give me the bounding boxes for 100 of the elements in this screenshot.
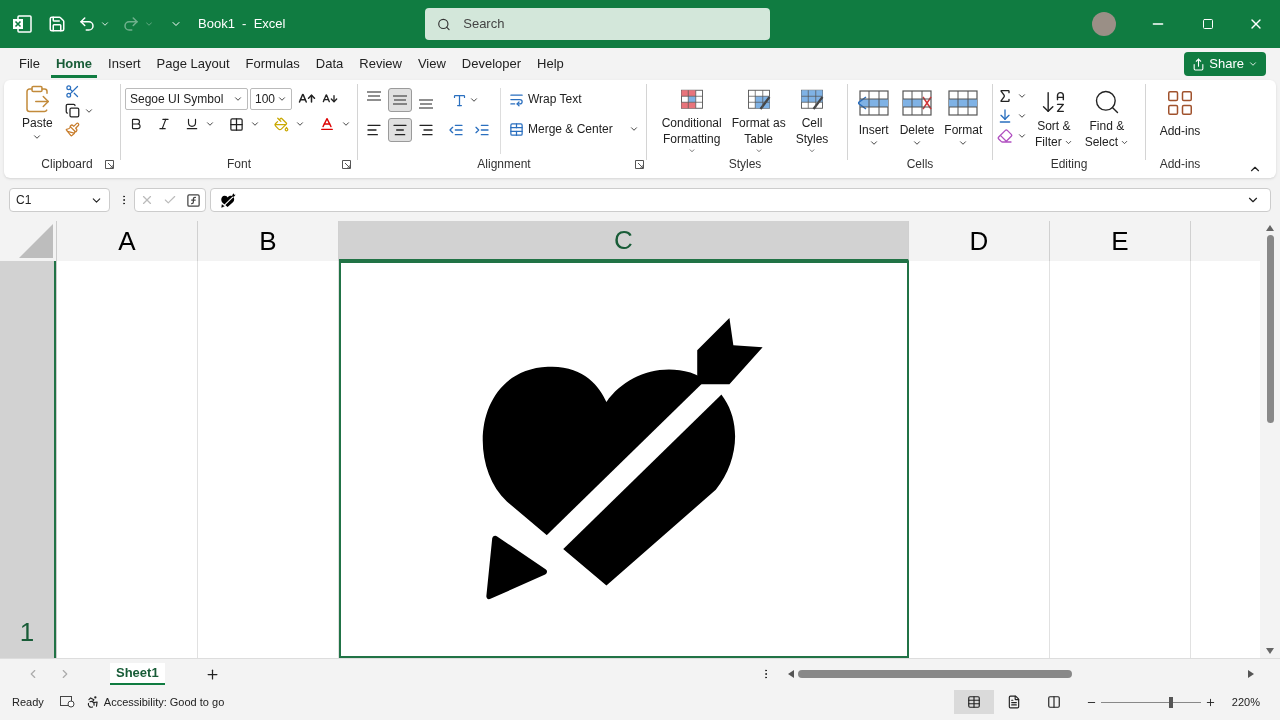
column-header[interactable]: A: [57, 221, 198, 261]
undo-icon[interactable]: [78, 15, 96, 33]
ribbon-tab[interactable]: Review: [354, 49, 407, 79]
caret-icon: [233, 94, 243, 104]
underline-icon[interactable]: [185, 117, 199, 131]
zoom-in-icon[interactable]: [1204, 696, 1216, 708]
caret-icon[interactable]: [295, 119, 305, 129]
status-text: Ready: [12, 694, 44, 710]
align-left-icon: [366, 122, 382, 138]
ribbon-tab[interactable]: Data: [310, 49, 349, 79]
launcher-icon[interactable]: [105, 160, 114, 169]
increase-indent-icon[interactable]: [474, 122, 490, 138]
launcher-icon[interactable]: [342, 160, 351, 169]
styles-button[interactable]: Format as Table: [727, 84, 790, 154]
borders-icon[interactable]: [229, 116, 244, 132]
orientation-icon[interactable]: [452, 92, 467, 108]
ribbon-tab[interactable]: Developer: [456, 49, 527, 79]
caret-icon: [1248, 59, 1258, 69]
ribbon-tab[interactable]: Insert: [103, 49, 146, 79]
spreadsheet-app-icon: [12, 14, 32, 34]
ribbon-tab[interactable]: Help: [532, 49, 569, 79]
search-input[interactable]: Search: [463, 14, 759, 34]
scroll-thumb[interactable]: [798, 670, 1072, 678]
launcher-icon[interactable]: [635, 160, 644, 169]
decrease-indent-icon[interactable]: [448, 122, 464, 138]
merge-center-button[interactable]: Merge & Center: [509, 118, 639, 140]
copy-icon[interactable]: [64, 103, 80, 118]
search-icon: [437, 16, 452, 32]
align-top-icon: [367, 91, 381, 101]
fill-icon[interactable]: [997, 108, 1013, 124]
layout-view-icon: [1006, 695, 1021, 709]
insert-function-icon[interactable]: [185, 192, 201, 208]
font-name-dropdown[interactable]: Segoe UI Symbol: [125, 88, 248, 110]
cells-button[interactable]: Delete: [895, 84, 939, 154]
formula-field[interactable]: [210, 188, 1271, 212]
zoom-level[interactable]: 220%: [1231, 693, 1260, 711]
scroll-right-icon: [1248, 670, 1254, 678]
caret-icon[interactable]: [250, 119, 260, 129]
caret-icon[interactable]: [205, 119, 215, 129]
find-select-button[interactable]: Find & Select: [1080, 84, 1134, 154]
bold-icon[interactable]: [129, 117, 143, 131]
italic-icon[interactable]: [157, 117, 171, 131]
ribbon-tab[interactable]: View: [412, 49, 451, 79]
wrap-text-button[interactable]: Wrap Text: [509, 88, 639, 110]
vertical-scrollbar[interactable]: [1260, 221, 1280, 658]
cells-button[interactable]: Insert: [853, 84, 894, 154]
share-button[interactable]: Share: [1184, 52, 1266, 76]
view-button[interactable]: [953, 690, 994, 714]
name-box[interactable]: C1: [9, 188, 110, 212]
styles-button[interactable]: Cell Styles: [791, 84, 833, 154]
triangle-icon: [19, 224, 53, 258]
merge-icon: [509, 121, 524, 137]
save-icon[interactable]: [48, 15, 66, 33]
caret-icon[interactable]: [341, 119, 351, 129]
scroll-thumb[interactable]: [1266, 235, 1274, 423]
delete-icon: [901, 88, 933, 118]
cells-button[interactable]: Format: [940, 84, 987, 154]
normal-view-icon: [966, 695, 981, 709]
column-header[interactable]: D: [909, 221, 1050, 261]
group-label: Styles: [728, 156, 762, 173]
paste-button[interactable]: Paste: [18, 84, 57, 154]
group-label: Alignment: [477, 156, 531, 173]
sum-icon[interactable]: [997, 88, 1013, 104]
scroll-left-icon: [788, 670, 794, 678]
horizontal-scrollbar[interactable]: [788, 667, 1254, 681]
font-color-icon[interactable]: [319, 116, 335, 132]
group-label: Editing: [1050, 156, 1088, 173]
sheet-tab[interactable]: Sheet1: [110, 663, 165, 685]
caret-icon[interactable]: [469, 95, 479, 105]
column-header[interactable]: C: [339, 221, 909, 261]
align-button[interactable]: [388, 118, 412, 142]
eraser-icon[interactable]: [997, 128, 1013, 144]
macro-record-icon[interactable]: [59, 696, 75, 708]
fill-color-icon[interactable]: [274, 116, 289, 132]
caret-icon: [628, 124, 639, 134]
accessibility-status[interactable]: Accessibility: Good to go: [103, 693, 225, 711]
column-header[interactable]: E: [1050, 221, 1191, 261]
row-header[interactable]: 1: [0, 261, 56, 658]
align-middle-icon: [393, 95, 407, 105]
zoom-slider-thumb[interactable]: [1168, 696, 1173, 708]
heart-arrow-icon: [221, 192, 236, 208]
add-sheet-icon[interactable]: [204, 666, 220, 682]
insert-icon: [857, 88, 890, 118]
cut-icon[interactable]: [64, 84, 80, 99]
scroll-up-icon: [1266, 225, 1274, 231]
group-label: Clipboard: [41, 156, 93, 173]
maximize-icon[interactable]: [1202, 18, 1214, 30]
styles-button[interactable]: Conditional Formatting: [657, 84, 726, 154]
sort-filter-button[interactable]: Sort & Filter: [1031, 84, 1077, 154]
ribbon-tab[interactable]: Page Layout: [151, 49, 235, 79]
ribbon-tab[interactable]: Formulas: [240, 49, 305, 79]
caret-icon: [868, 138, 879, 148]
ribbon-tab[interactable]: File: [14, 49, 45, 79]
add-ins-button[interactable]: Add-ins: [1159, 84, 1201, 154]
search-field[interactable]: Search: [425, 8, 771, 40]
cell[interactable]: [339, 261, 909, 658]
share-icon: [1192, 57, 1206, 71]
accessibility-icon[interactable]: [85, 695, 100, 709]
caret-icon[interactable]: [100, 19, 110, 29]
font-size-dropdown[interactable]: 100: [250, 88, 292, 110]
